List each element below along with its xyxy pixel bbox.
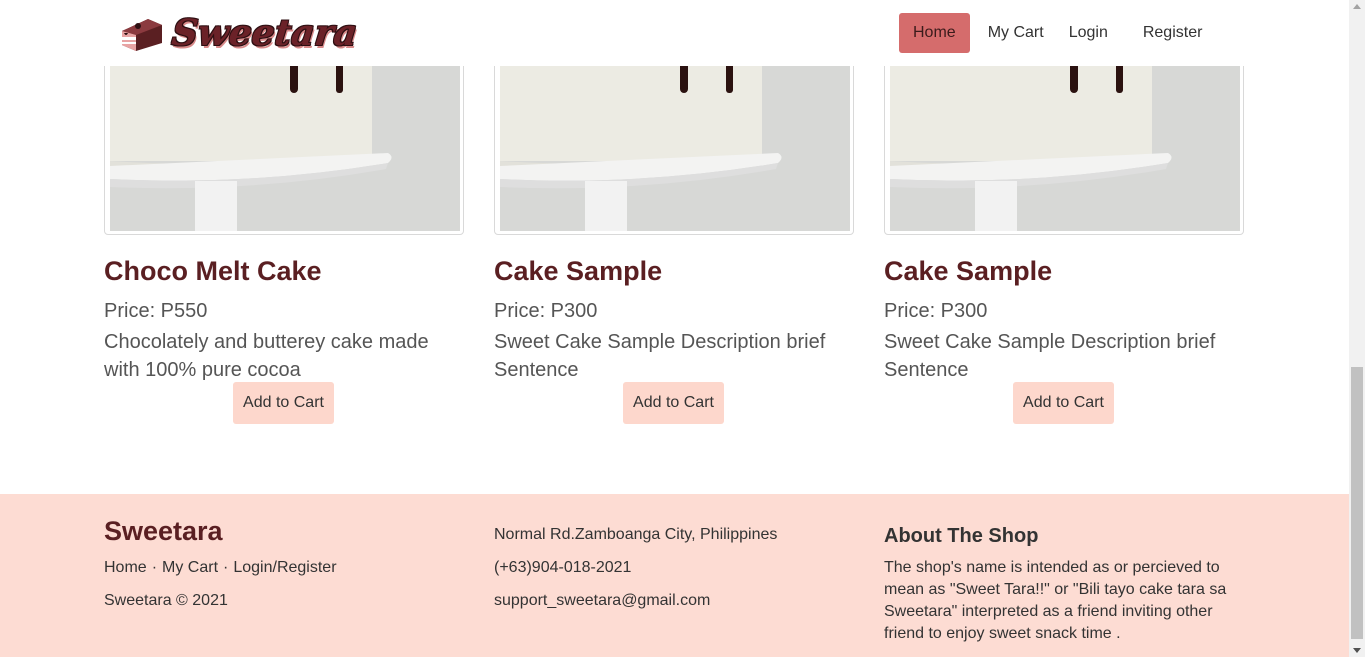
navbar: Sweetara Home My Cart Login Register xyxy=(0,0,1349,66)
scroll-thumb[interactable] xyxy=(1351,367,1363,639)
nav-home[interactable]: Home xyxy=(899,13,970,53)
brand-name: Sweetara xyxy=(169,12,360,54)
scroll-up-icon[interactable] xyxy=(1353,4,1361,9)
footer-links: Home · My Cart · Login/Register xyxy=(104,559,337,577)
footer: Sweetara Home · My Cart · Login/Register Swe… xyxy=(0,494,1349,657)
product-title: Choco Melt Cake xyxy=(104,256,322,286)
footer-about-text: The shop's name is intended as or percie… xyxy=(884,559,1227,642)
footer-brand: Sweetara xyxy=(104,516,223,546)
product-price: Price: P300 xyxy=(494,300,598,322)
footer-separator: · xyxy=(223,559,229,576)
nav-register[interactable]: Register xyxy=(1143,13,1203,53)
main-nav: Home My Cart Login Register xyxy=(899,13,1202,53)
footer-separator: · xyxy=(151,559,158,576)
cake-logo-icon xyxy=(122,19,162,51)
nav-login[interactable]: Login xyxy=(1069,13,1143,53)
product-price: Price: P550 xyxy=(104,300,208,322)
footer-address: Normal Rd.Zamboanga City, Philippines xyxy=(494,526,778,543)
product-price: Price: P300 xyxy=(884,300,988,322)
footer-copyright: Sweetara © 2021 xyxy=(104,592,228,609)
brand-logo[interactable]: Sweetara xyxy=(118,8,360,58)
product-title: Cake Sample xyxy=(884,256,1053,286)
product-title: Cake Sample xyxy=(494,256,663,286)
add-to-cart-button[interactable]: Add to Cart xyxy=(1013,382,1114,424)
footer-link-login-register[interactable]: Login/Register xyxy=(233,559,336,576)
add-to-cart-button[interactable]: Add to Cart xyxy=(233,382,334,424)
product-description: Sweet Cake Sample Description brief Sent… xyxy=(884,331,1216,381)
product-description: Sweet Cake Sample Description brief Sent… xyxy=(494,331,826,381)
footer-email[interactable]: support_sweetara@gmail.com xyxy=(494,592,710,610)
nav-my-cart[interactable]: My Cart xyxy=(980,13,1069,53)
scroll-down-icon[interactable] xyxy=(1353,648,1361,653)
footer-phone: (+63)904-018-2021 xyxy=(494,559,632,576)
add-to-cart-button[interactable]: Add to Cart xyxy=(623,382,724,424)
footer-link-home[interactable]: Home xyxy=(104,559,147,576)
page-scrollbar[interactable] xyxy=(1349,0,1365,657)
product-description: Chocolately and butterey cake made with … xyxy=(104,331,429,381)
footer-link-my-cart[interactable]: My Cart xyxy=(162,559,218,576)
footer-about-title: About The Shop xyxy=(884,525,1039,547)
